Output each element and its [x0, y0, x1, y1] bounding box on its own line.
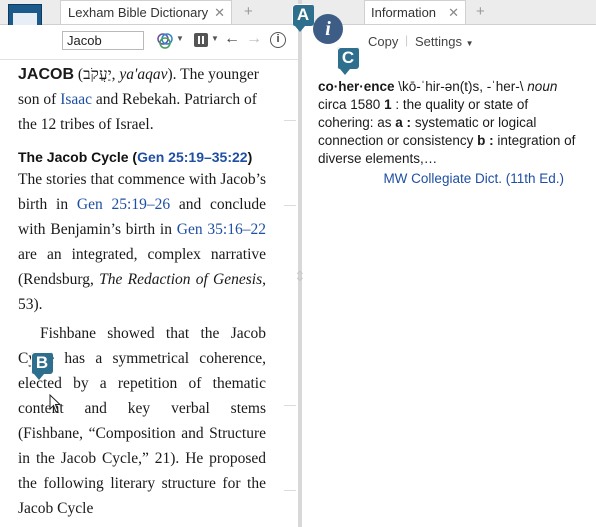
sense-b-label: b : — [477, 133, 494, 148]
back-arrow-icon[interactable]: ← — [224, 30, 240, 48]
callout-c-badge: C — [337, 47, 359, 75]
section-title: The Jacob Cycle — [18, 149, 129, 165]
mouse-cursor-icon — [49, 394, 62, 413]
close-tab-icon[interactable]: ✕ — [448, 5, 465, 21]
settings-label: Settings — [415, 34, 462, 49]
copy-button[interactable]: Copy — [368, 34, 398, 49]
new-tab-icon[interactable]: + — [244, 3, 253, 20]
search-input[interactable] — [62, 31, 144, 50]
left-tab-bar: ▼ Lexham Bible Dictionary ✕ + — [0, 0, 298, 54]
chevron-down-icon[interactable]: ▼ — [176, 34, 184, 43]
link-gen-25-19-26[interactable]: Gen 25:19–26 — [77, 196, 170, 213]
info-circle-icon[interactable]: i — [270, 32, 286, 48]
date: circa 1580 — [318, 97, 381, 112]
chevron-down-icon[interactable]: ▼ — [211, 34, 219, 43]
entry-headword: JACOB — [18, 66, 75, 83]
paragraph-2: Fishbane showed that the Jacob Cycle has… — [18, 325, 266, 517]
scroll-tick — [284, 205, 296, 206]
link-gen-25-19-35-22[interactable]: Gen 25:19–35:22 — [137, 149, 248, 165]
book-title: The Redaction of Genesis — [99, 271, 263, 288]
visual-filter-icon[interactable] — [156, 32, 174, 50]
right-tab-bar: Information ✕ + — [302, 0, 596, 25]
panel-splitter[interactable]: ⇕ — [294, 0, 306, 527]
callout-b-badge: B — [31, 352, 53, 380]
left-scrollbar[interactable] — [281, 60, 298, 527]
transliteration: ya'aqav — [119, 66, 168, 83]
sense-a-label: a : — [395, 115, 412, 130]
hebrew-term: יַעֲקֹב — [83, 66, 112, 83]
settings-button[interactable]: Settings ▼ — [415, 34, 474, 49]
source-link[interactable]: MW Collegiate Dict. (11th Ed.) — [318, 170, 580, 188]
tab-label: Information — [371, 5, 437, 20]
definition-headword: co·her·ence — [318, 79, 395, 94]
link-gen-35-16-22[interactable]: Gen 35:16–22 — [177, 221, 266, 238]
callout-a-badge: A — [292, 4, 314, 32]
scroll-tick — [284, 490, 296, 491]
sense-number: 1 — [384, 97, 392, 112]
forward-arrow-icon[interactable]: → — [246, 30, 262, 48]
part-of-speech: noun — [527, 79, 558, 94]
dictionary-article: JACOB (יַעֲקֹב, ya'aqav). The younger so… — [18, 62, 266, 521]
panel-menu-icon[interactable] — [194, 33, 208, 47]
left-toolbar: ▼ ▼ ← → i — [0, 25, 298, 60]
definition-text: co·her·ence \kō-ˈhir-ən(t)s, -ˈher-\ nou… — [318, 78, 580, 168]
entry-intro: JACOB (יַעֲקֹב, ya'aqav). The younger so… — [18, 66, 259, 133]
info-i-badge: i — [313, 14, 343, 44]
link-isaac[interactable]: Isaac — [60, 91, 92, 108]
chevron-down-icon: ▼ — [465, 39, 474, 48]
toolbar-separator: | — [405, 33, 409, 47]
tab-information[interactable]: Information ✕ — [364, 0, 466, 24]
information-definition: co·her·ence \kō-ˈhir-ən(t)s, -ˈher-\ nou… — [318, 78, 580, 188]
tab-label: Lexham Bible Dictionary — [68, 5, 209, 20]
tab-lexham-bible-dictionary[interactable]: Lexham Bible Dictionary ✕ — [60, 0, 232, 24]
pronunciation: \kō-ˈhir-ən(t)s, -ˈher-\ — [394, 79, 528, 94]
paragraph-1: The stories that commence with Jacob’s b… — [18, 167, 266, 317]
scroll-tick — [284, 120, 296, 121]
section-heading: The Jacob Cycle (Gen 25:19–35:22) — [18, 149, 253, 165]
scroll-tick — [284, 405, 296, 406]
close-tab-icon[interactable]: ✕ — [214, 5, 231, 21]
new-tab-icon[interactable]: + — [476, 3, 485, 20]
